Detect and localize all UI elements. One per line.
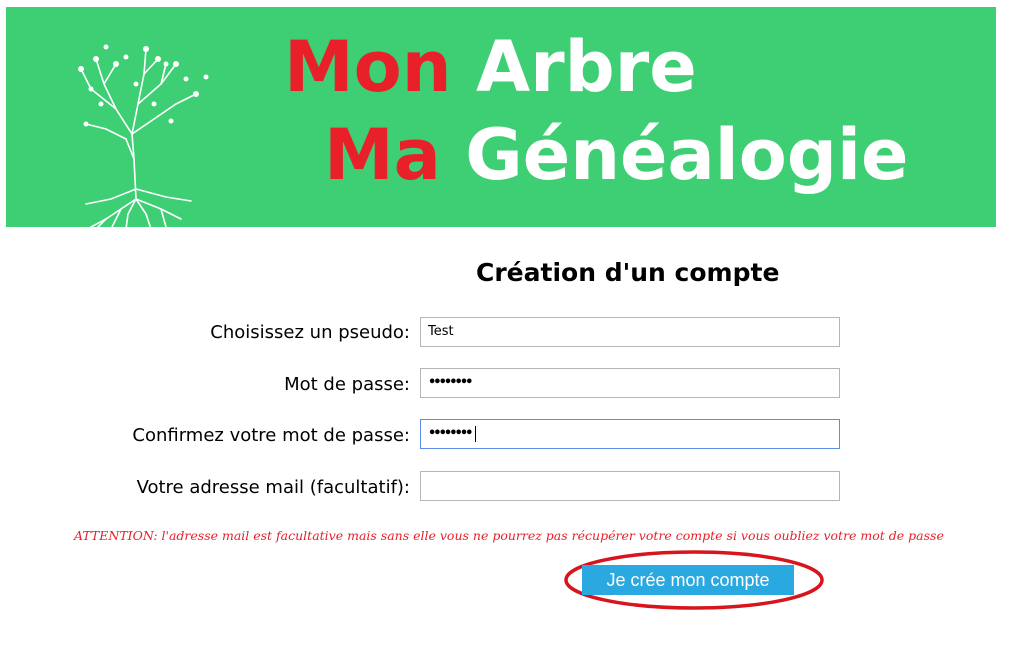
pseudo-label: Choisissez un pseudo:	[210, 322, 410, 343]
title-word-genealogie: Généalogie	[465, 114, 909, 196]
tree-roots-icon	[78, 44, 209, 229]
email-label: Votre adresse mail (facultatif):	[136, 477, 410, 498]
confirm-password-input-value: ••••••••	[428, 426, 474, 441]
email-warning: ATTENTION: l'adresse mail est facultativ…	[74, 528, 944, 543]
title-word-arbre: Arbre	[475, 26, 697, 108]
password-input[interactable]: ••••••••	[420, 368, 840, 398]
text-caret	[475, 425, 477, 442]
confirm-password-label: Confirmez votre mot de passe:	[132, 425, 410, 446]
site-title-line1: Mon Arbre	[284, 32, 697, 102]
password-label: Mot de passe:	[284, 374, 410, 395]
pseudo-input-value: Test	[428, 324, 454, 339]
password-input-value: ••••••••	[428, 375, 474, 390]
confirm-password-input[interactable]: ••••••••	[420, 419, 840, 449]
email-input[interactable]	[420, 471, 840, 501]
title-word-ma: Ma	[324, 114, 441, 196]
header-banner: Mon Arbre Ma Généalogie	[6, 7, 996, 229]
title-word-mon: Mon	[284, 26, 452, 108]
create-account-button[interactable]: Je crée mon compte	[582, 565, 794, 595]
page-title: Création d'un compte	[476, 258, 780, 287]
pseudo-input[interactable]: Test	[420, 317, 840, 347]
site-title-line2: Ma Généalogie	[324, 120, 908, 190]
